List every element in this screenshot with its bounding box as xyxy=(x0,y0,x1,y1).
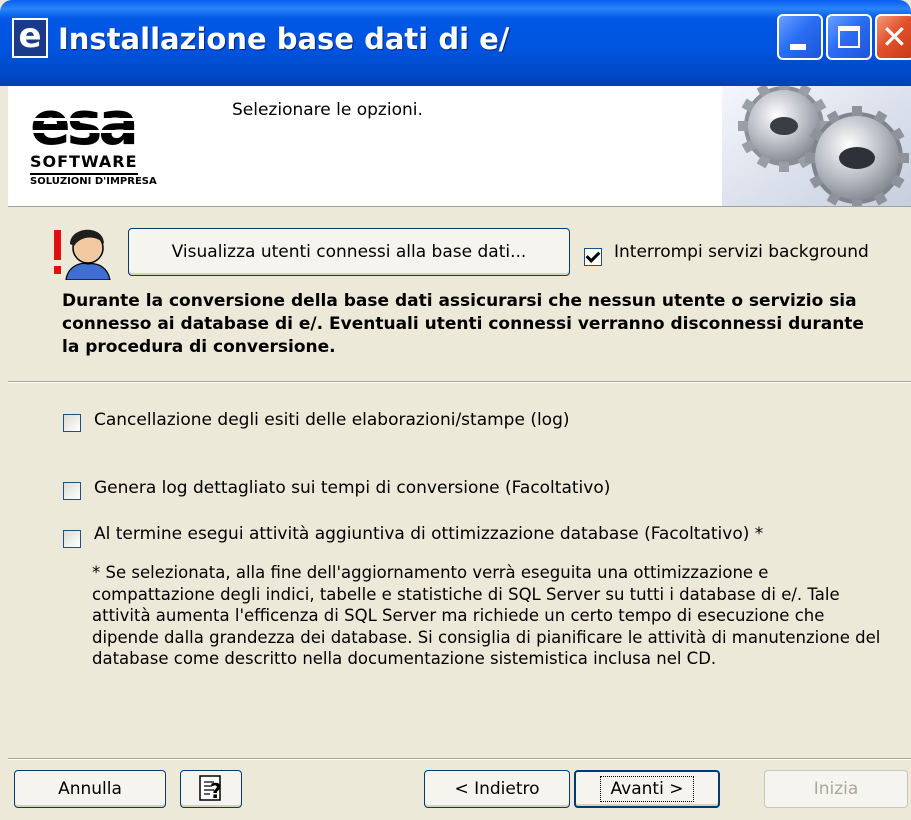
divider xyxy=(8,381,911,383)
background-services-checkbox[interactable] xyxy=(584,248,602,266)
help-icon: ? xyxy=(199,775,222,803)
next-button[interactable]: Avanti > xyxy=(574,770,720,808)
maximize-button[interactable] xyxy=(826,14,872,60)
delete-log-checkbox[interactable] xyxy=(63,414,81,432)
gears-icon xyxy=(722,86,911,206)
delete-log-label[interactable]: Cancellazione degli esiti delle elaboraz… xyxy=(94,410,570,430)
svg-text:?: ? xyxy=(210,779,222,803)
title-bar[interactable]: e Installazione base dati di e/ ✕ xyxy=(0,0,911,86)
cancel-button[interactable]: Annulla xyxy=(14,770,166,808)
warning-message: Durante la conversione della base dati a… xyxy=(62,291,864,357)
view-connected-users-button[interactable]: Visualizza utenti connessi alla base dat… xyxy=(128,228,570,276)
window-title: Installazione base dati di e/ xyxy=(58,22,510,56)
logo-tagline: SOLUZIONI D'IMPRESA xyxy=(30,176,157,187)
detailed-log-label[interactable]: Genera log dettagliato sui tempi di conv… xyxy=(94,478,610,498)
page-subtitle: Selezionare le opzioni. xyxy=(232,100,423,120)
esa-logo: esa SOFTWARE SOLUZIONI D'IMPRESA xyxy=(26,94,186,194)
help-button[interactable]: ? xyxy=(180,770,242,808)
wizard-header: esa SOFTWARE SOLUZIONI D'IMPRESA Selezio… xyxy=(8,86,911,207)
svg-text:esa: esa xyxy=(30,94,135,152)
back-button[interactable]: < Indietro xyxy=(424,770,570,808)
minimize-icon xyxy=(790,44,806,50)
close-button[interactable]: ✕ xyxy=(875,14,911,60)
esa-logo-mark: esa xyxy=(30,94,180,152)
logo-software: SOFTWARE xyxy=(30,152,138,175)
warning-user-icon xyxy=(54,229,111,280)
minimize-button[interactable] xyxy=(777,14,823,60)
divider xyxy=(8,758,911,760)
app-icon: e xyxy=(12,18,48,58)
maximize-icon xyxy=(838,26,860,48)
optimization-note: * Se selezionata, alla fine dell'aggiorn… xyxy=(92,563,881,668)
background-services-label[interactable]: Interrompi servizi background xyxy=(614,242,869,262)
optimize-database-label[interactable]: Al termine esegui attività aggiuntiva di… xyxy=(94,524,763,544)
start-button[interactable]: Inizia xyxy=(764,770,908,808)
next-button-label: Avanti > xyxy=(599,776,695,802)
optimize-database-checkbox[interactable] xyxy=(63,530,81,548)
close-icon: ✕ xyxy=(881,18,908,56)
detailed-log-checkbox[interactable] xyxy=(63,482,81,500)
